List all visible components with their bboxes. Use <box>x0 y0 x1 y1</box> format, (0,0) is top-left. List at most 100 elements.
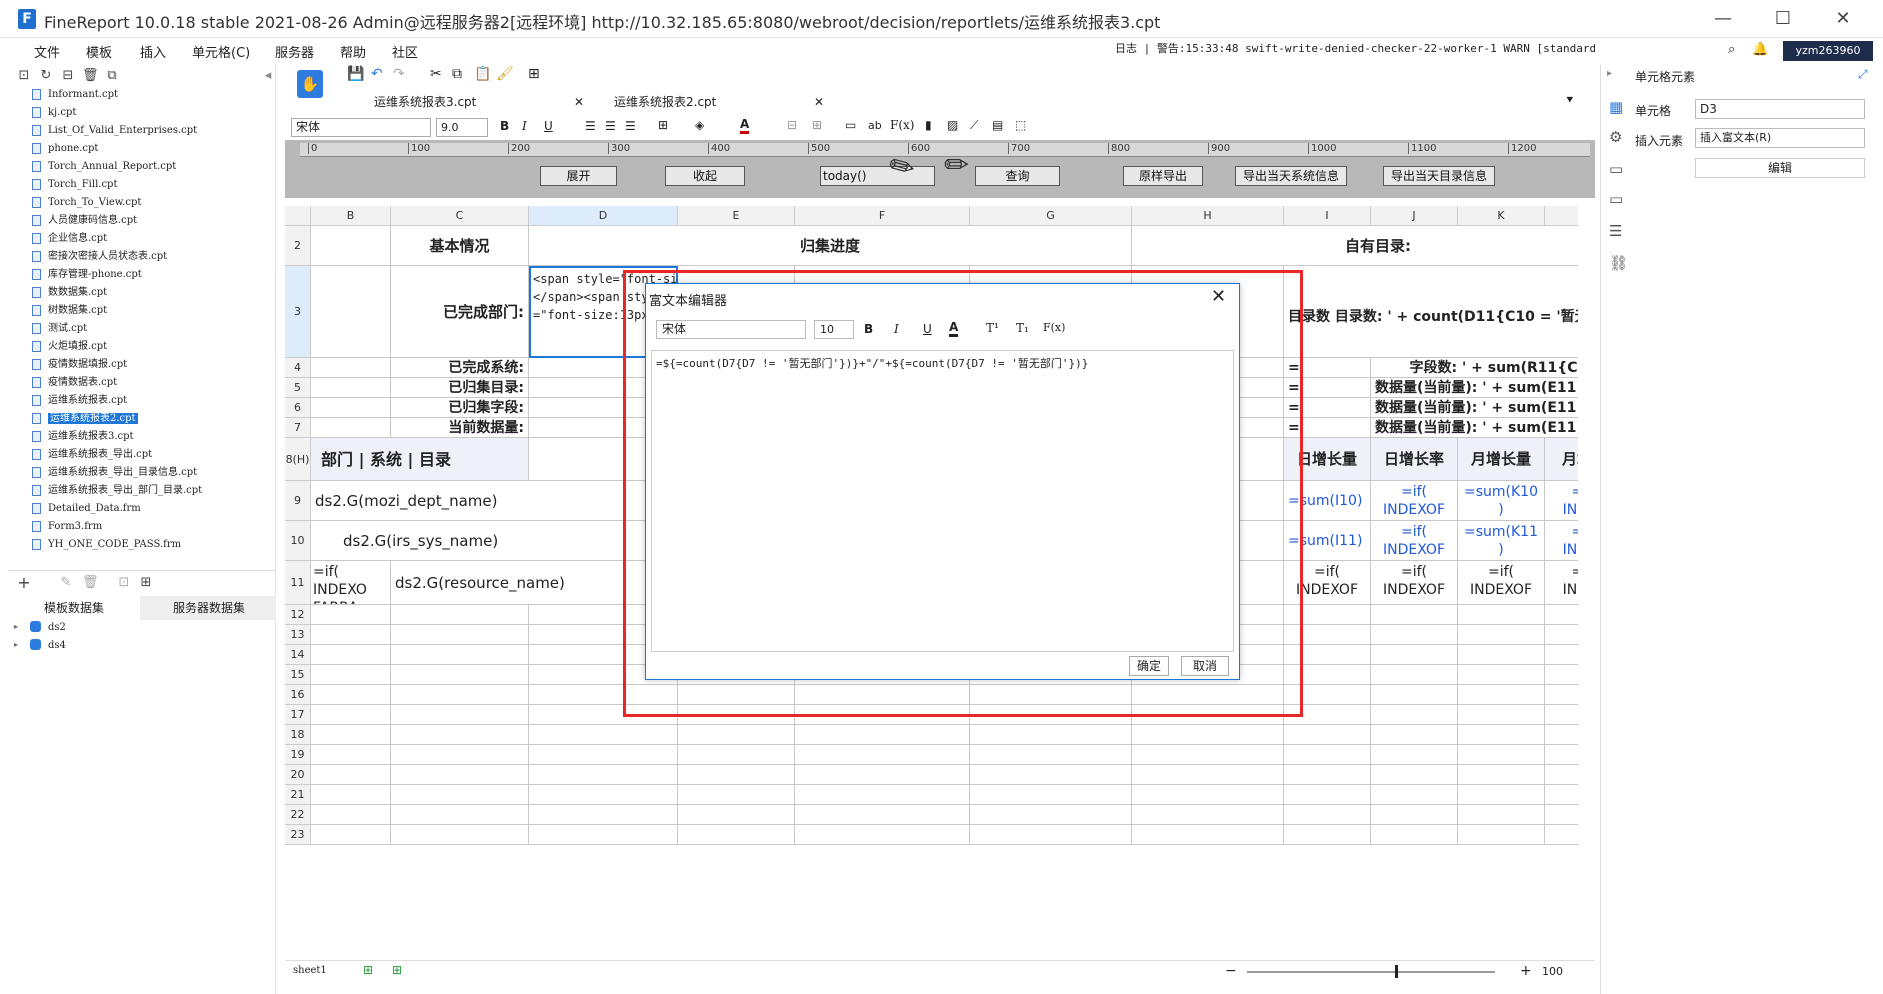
file-item[interactable]: 企业信息.cpt <box>30 230 270 248</box>
grid-cell[interactable] <box>795 725 970 745</box>
expand-icon[interactable]: ▸ <box>14 622 18 631</box>
bold-icon[interactable]: B <box>500 119 509 133</box>
export-catalog-button[interactable]: 导出当天目录信息 <box>1383 166 1495 186</box>
add-dataset-icon[interactable]: + <box>16 575 32 591</box>
close-tab-icon[interactable]: ✕ <box>814 90 824 114</box>
grid-cell[interactable] <box>529 825 678 845</box>
column-header[interactable]: C <box>391 206 529 226</box>
search-icon[interactable]: ⌕ <box>1728 42 1735 57</box>
file-item[interactable]: 密接次密接人员状态表.cpt <box>30 248 270 266</box>
grid-cell[interactable] <box>1132 745 1284 765</box>
grid-cell[interactable] <box>1132 825 1284 845</box>
grid-cell[interactable] <box>678 765 795 785</box>
format-painter-icon[interactable]: 🖌 <box>496 66 514 82</box>
grid-cell[interactable] <box>1458 765 1545 785</box>
cell-collected-field[interactable]: 已归集字段: <box>391 398 529 418</box>
grid-cell[interactable] <box>1458 725 1545 745</box>
grid-cell[interactable] <box>1371 745 1458 765</box>
grid-cell[interactable] <box>311 266 391 358</box>
dataset-ds2[interactable]: ds2 <box>48 622 66 633</box>
grid-cell[interactable] <box>311 625 391 645</box>
cell-k10[interactable]: =sum(K11 ) <box>1458 521 1545 561</box>
file-item[interactable]: 运维系统报表_导出.cpt <box>30 446 270 464</box>
close-button[interactable]: ✕ <box>1823 4 1863 34</box>
tab-template-3[interactable]: 运维系统报表3.cpt ✕ <box>352 90 592 114</box>
grid-cell[interactable] <box>795 765 970 785</box>
grid-cell[interactable] <box>1545 705 1578 725</box>
cell-l11[interactable]: =if( INDEX <box>1545 561 1578 605</box>
query-button[interactable]: 查询 <box>975 166 1060 186</box>
row-header[interactable]: 6 <box>285 398 311 418</box>
cell-done-dept[interactable]: 已完成部门: <box>391 266 529 358</box>
align-left-icon[interactable]: ☰ <box>585 119 596 133</box>
column-header[interactable]: G <box>970 206 1132 226</box>
column-header[interactable]: D <box>529 206 678 226</box>
grid-cell[interactable] <box>970 785 1132 805</box>
cell-volume-5[interactable]: 数据量(当前量): ' + sum(E11{C10 != <box>1371 378 1578 398</box>
cell-attr-icon[interactable]: ⚙ <box>1609 128 1622 146</box>
row-header[interactable]: 7 <box>285 418 311 438</box>
sheet-tab[interactable]: sheet1 <box>293 965 327 976</box>
grid-cell[interactable] <box>1545 665 1578 685</box>
grid-cell[interactable] <box>1132 725 1284 745</box>
rte-subscript-icon[interactable]: T₁ <box>1016 321 1029 335</box>
row-header[interactable]: 20 <box>285 765 311 785</box>
export-system-button[interactable]: 导出当天系统信息 <box>1235 166 1347 186</box>
save-icon[interactable]: 💾 <box>347 66 364 82</box>
grid-cell[interactable] <box>1545 765 1578 785</box>
row-header[interactable]: 17 <box>285 705 311 725</box>
column-header[interactable]: K <box>1458 206 1545 226</box>
grid-cell[interactable] <box>311 765 391 785</box>
cell-monthly-rate[interactable]: 月增长 <box>1545 438 1578 481</box>
refresh-icon[interactable]: ↻ <box>38 68 54 84</box>
file-item[interactable]: 运维系统报表2.cpt <box>30 410 270 428</box>
close-tab-icon[interactable]: ✕ <box>574 90 584 114</box>
rte-content-area[interactable]: =${=count(D7{D7 != '暂无部门'})}+"/"+${=coun… <box>651 350 1234 652</box>
cell-basic-info[interactable]: 基本情况 <box>391 226 529 266</box>
grid-cell[interactable] <box>311 398 391 418</box>
grid-cell[interactable] <box>1545 645 1578 665</box>
menu-file[interactable]: 文件 <box>34 42 60 61</box>
grid-cell[interactable] <box>1284 765 1371 785</box>
grid-cell[interactable] <box>1132 785 1284 805</box>
grid-cell[interactable] <box>678 805 795 825</box>
zoom-value[interactable]: 100 <box>1542 965 1563 978</box>
rte-formula-icon[interactable]: F(x) <box>1043 321 1065 334</box>
file-item[interactable]: 库存管理-phone.cpt <box>30 266 270 284</box>
minimize-button[interactable]: — <box>1703 4 1743 34</box>
preview-dataset-icon[interactable]: ⊡ <box>116 575 132 591</box>
grid-cell[interactable] <box>1284 805 1371 825</box>
grid-cell[interactable] <box>311 705 391 725</box>
underline-icon[interactable]: U <box>544 119 553 133</box>
widget-icon[interactable]: ▭ <box>1609 160 1623 178</box>
font-color-icon[interactable]: A <box>740 117 750 134</box>
grid-cell[interactable] <box>1284 725 1371 745</box>
grid-cell[interactable] <box>1371 665 1458 685</box>
column-header[interactable]: F <box>795 206 970 226</box>
grid-cell[interactable] <box>1458 825 1545 845</box>
menu-help[interactable]: 帮助 <box>340 42 366 61</box>
grid-cell[interactable] <box>391 605 529 625</box>
grid-cell[interactable] <box>678 825 795 845</box>
rte-font-color-icon[interactable]: A <box>949 320 959 337</box>
grid-cell[interactable] <box>1371 725 1458 745</box>
condition-icon[interactable]: ▭ <box>1609 190 1623 208</box>
grid-cell[interactable] <box>1458 605 1545 625</box>
column-header[interactable]: L <box>1545 206 1578 226</box>
user-badge[interactable]: yzm263960 <box>1783 41 1873 61</box>
column-header[interactable]: B <box>311 206 391 226</box>
add-form-icon[interactable]: ⊞ <box>392 963 402 977</box>
file-item[interactable]: kj.cpt <box>30 104 270 122</box>
rte-font-select[interactable]: 宋体 <box>656 320 806 339</box>
cell-l10[interactable]: =if( INDEX <box>1545 521 1578 561</box>
merge-icon[interactable]: ⊟ <box>787 118 797 132</box>
italic-icon[interactable]: I <box>522 119 527 133</box>
dialog-close-icon[interactable]: ✕ <box>1211 286 1226 307</box>
grid-cell[interactable] <box>1458 805 1545 825</box>
cell-l9[interactable]: =if( INDEX <box>1545 481 1578 521</box>
grid-cell[interactable] <box>1371 685 1458 705</box>
cell-j11[interactable]: =if( INDEXOF <box>1371 561 1458 605</box>
grid-cell[interactable] <box>1545 785 1578 805</box>
hyperlink-icon[interactable]: ☰ <box>1609 222 1622 240</box>
column-header[interactable]: J <box>1371 206 1458 226</box>
